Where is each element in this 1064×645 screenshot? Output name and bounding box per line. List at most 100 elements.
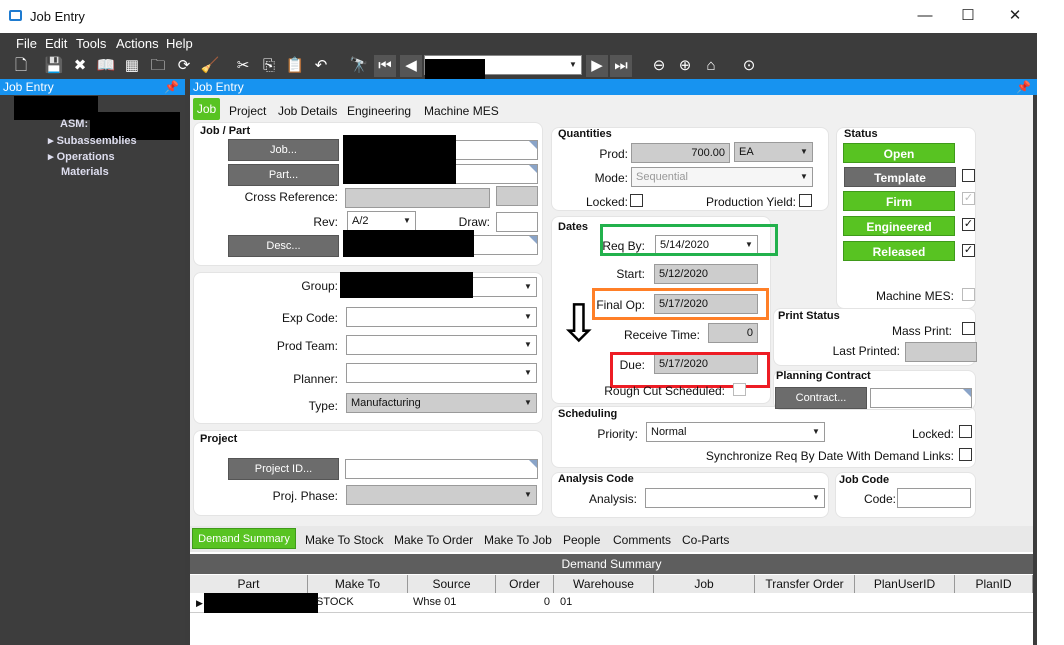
tab-co-parts[interactable]: Co-Parts xyxy=(682,533,729,547)
book-icon[interactable]: 📖 xyxy=(95,55,117,77)
cell-warehouse: 01 xyxy=(560,596,573,608)
menu-actions[interactable]: Actions xyxy=(116,36,159,51)
next-record-icon[interactable]: ▶ xyxy=(586,55,608,77)
tab-machine-mes[interactable]: Machine MES xyxy=(424,104,499,118)
sync-checkbox[interactable] xyxy=(959,448,972,461)
group-label: Group: xyxy=(301,279,338,293)
folder-icon[interactable]: 🗀 xyxy=(147,55,169,77)
released-checkbox[interactable]: ✓ xyxy=(962,244,975,257)
undo-icon[interactable]: ↶ xyxy=(310,55,332,77)
tab-project[interactable]: Project xyxy=(229,104,266,118)
engineered-checkbox[interactable]: ✓ xyxy=(962,218,975,231)
cut-icon[interactable]: ✂ xyxy=(232,55,254,77)
job-button[interactable]: Job... xyxy=(228,139,339,161)
pin-icon[interactable]: 📌 xyxy=(1016,79,1037,95)
menu-file[interactable]: File xyxy=(16,36,37,51)
forward-icon[interactable]: ⊕ xyxy=(674,55,696,77)
binoculars-icon[interactable]: 🔭 xyxy=(348,55,370,77)
col-plan-id[interactable]: PlanID xyxy=(955,575,1033,593)
menu-help[interactable]: Help xyxy=(166,36,193,51)
pin-icon[interactable]: 📌 xyxy=(164,79,185,95)
tree-materials[interactable]: Materials xyxy=(61,166,109,178)
clear-icon[interactable]: 🧹 xyxy=(199,55,221,77)
grid-icon[interactable]: ▦ xyxy=(121,55,143,77)
refresh-icon[interactable]: ⟳ xyxy=(173,55,195,77)
status-released[interactable]: Released xyxy=(843,241,955,261)
uom-value: EA xyxy=(739,146,754,158)
chevron-down-icon: ▼ xyxy=(524,368,532,377)
col-order[interactable]: Order xyxy=(496,575,554,593)
tab-people[interactable]: People xyxy=(563,533,600,547)
planner-select[interactable]: ▼ xyxy=(346,363,537,383)
desc-button[interactable]: Desc... xyxy=(228,235,339,257)
status-template[interactable]: Template xyxy=(844,167,956,187)
home-icon[interactable]: ⌂ xyxy=(700,55,722,77)
prod-team-select[interactable]: ▼ xyxy=(346,335,537,355)
code-field[interactable] xyxy=(897,488,971,508)
copy-icon[interactable]: ⎘ xyxy=(258,55,280,77)
col-make-to[interactable]: Make To xyxy=(308,575,408,593)
scheduling-title: Scheduling xyxy=(558,408,618,420)
play-icon[interactable]: ⊙ xyxy=(738,55,760,77)
maximize-button[interactable]: ☐ xyxy=(948,4,988,28)
save-icon[interactable]: 💾 xyxy=(43,55,65,77)
new-icon[interactable]: 🗋 xyxy=(10,55,32,77)
tab-make-to-stock[interactable]: Make To Stock xyxy=(305,533,383,547)
record-selector[interactable]: ▼ xyxy=(424,55,582,81)
status-firm[interactable]: Firm xyxy=(843,191,955,211)
first-record-icon[interactable]: ⏮ xyxy=(374,55,396,77)
template-checkbox[interactable] xyxy=(962,169,975,182)
tab-engineering[interactable]: Engineering xyxy=(347,104,411,118)
production-yield-checkbox[interactable] xyxy=(799,194,812,207)
col-source[interactable]: Source xyxy=(408,575,496,593)
tab-make-to-job[interactable]: Make To Job xyxy=(484,533,552,547)
contract-button[interactable]: Contract... xyxy=(775,387,867,409)
chevron-down-icon: ▼ xyxy=(524,340,532,349)
delete-icon[interactable]: ✖ xyxy=(69,55,91,77)
proj-phase-select[interactable]: ▼ xyxy=(346,485,537,505)
col-transfer-order[interactable]: Transfer Order xyxy=(755,575,855,593)
col-plan-user-id[interactable]: PlanUserID xyxy=(855,575,955,593)
locked-checkbox[interactable] xyxy=(630,194,643,207)
tab-comments[interactable]: Comments xyxy=(613,533,671,547)
tab-job-details[interactable]: Job Details xyxy=(278,104,337,118)
type-select[interactable]: Manufacturing ▼ xyxy=(346,393,537,413)
last-record-icon[interactable]: ⏭ xyxy=(610,55,632,77)
draw-field[interactable] xyxy=(496,212,538,232)
priority-label: Priority: xyxy=(597,427,638,441)
project-id-field[interactable] xyxy=(345,459,538,479)
rev-select[interactable]: A/2 ▼ xyxy=(347,211,416,231)
uom-select[interactable]: EA ▼ xyxy=(734,142,813,162)
prod-qty-field[interactable]: 700.00 xyxy=(631,143,730,163)
back-icon[interactable]: ⊖ xyxy=(648,55,670,77)
analysis-select[interactable]: ▼ xyxy=(645,488,825,508)
type-label: Type: xyxy=(308,399,338,413)
tree-operations[interactable]: ▸ Operations xyxy=(48,150,115,163)
tree-asm[interactable]: ASM: xyxy=(60,118,88,130)
menu-tools[interactable]: Tools xyxy=(76,36,106,51)
col-part[interactable]: Part xyxy=(190,575,308,593)
tree-subassemblies[interactable]: ▸ Subassemblies xyxy=(48,134,137,147)
highlight-orange xyxy=(592,288,769,320)
col-warehouse[interactable]: Warehouse xyxy=(554,575,654,593)
tab-demand-summary[interactable]: Demand Summary xyxy=(192,528,296,549)
receive-time-field: 0 xyxy=(708,323,758,343)
priority-select[interactable]: Normal ▼ xyxy=(646,422,825,442)
sched-locked-checkbox[interactable] xyxy=(959,425,972,438)
status-open[interactable]: Open xyxy=(843,143,955,163)
contract-field[interactable] xyxy=(870,388,972,408)
col-job[interactable]: Job xyxy=(654,575,755,593)
menu-edit[interactable]: Edit xyxy=(45,36,67,51)
exp-code-select[interactable]: ▼ xyxy=(346,307,537,327)
paste-icon[interactable]: 📋 xyxy=(284,55,306,77)
minimize-button[interactable]: — xyxy=(905,4,945,28)
prev-record-icon[interactable]: ◀ xyxy=(400,55,422,77)
mass-print-checkbox[interactable] xyxy=(962,322,975,335)
tab-make-to-order[interactable]: Make To Order xyxy=(394,533,473,547)
prod-team-label: Prod Team: xyxy=(276,339,338,353)
project-id-button[interactable]: Project ID... xyxy=(228,458,339,480)
tab-job[interactable]: Job xyxy=(193,98,220,120)
status-engineered[interactable]: Engineered xyxy=(843,216,955,236)
close-button[interactable]: ✕ xyxy=(995,4,1035,28)
part-button[interactable]: Part... xyxy=(228,164,339,186)
